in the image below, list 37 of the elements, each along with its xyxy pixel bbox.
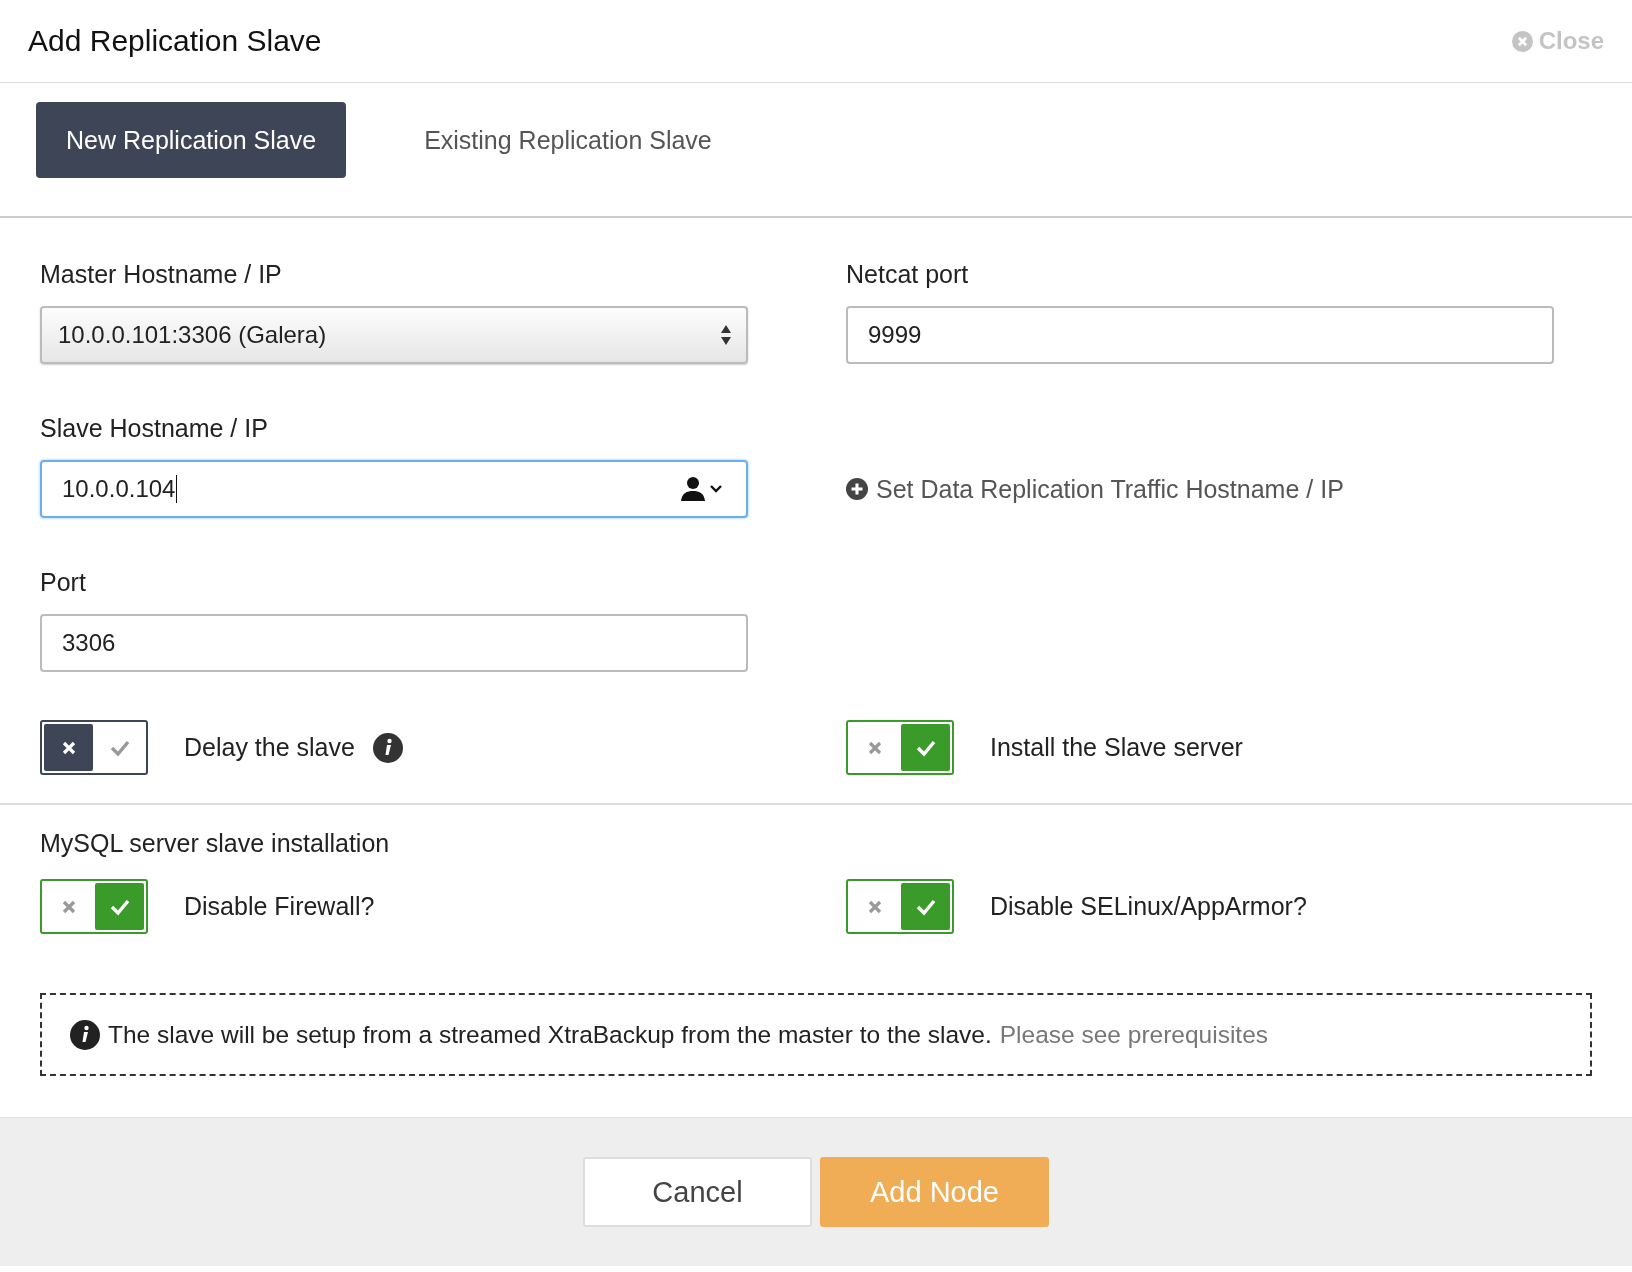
info-icon (372, 732, 403, 763)
notice-text: The slave will be setup from a streamed XtraBackup from the master to the slave. (108, 1020, 992, 1049)
field-label: Port (40, 568, 87, 596)
checkmark-icon (108, 897, 131, 916)
port-field[interactable]: 3306 (40, 614, 748, 672)
field-label: Slave Hostname / IP (40, 414, 269, 442)
close-icon (1511, 30, 1533, 52)
info-icon (70, 1019, 100, 1050)
toggle-label: Disable Firewall? (184, 892, 375, 921)
netcat-port-field[interactable]: 9999 (846, 306, 1554, 364)
toggle-switch[interactable] (40, 879, 148, 934)
plus-circle-icon (846, 478, 868, 500)
checkmark-icon (914, 738, 937, 757)
cross-icon (60, 898, 77, 915)
tab[interactable]: New Replication Slave (36, 102, 347, 178)
dialog-button[interactable]: Cancel (583, 1157, 812, 1227)
slave-hostname-field[interactable]: 10.0.0.104 (40, 460, 748, 518)
field-label: Master Hostname / IP (40, 260, 283, 288)
checkmark-icon (914, 897, 937, 916)
toggle-label: Disable SELinux/AppArmor? (990, 892, 1307, 921)
tab[interactable]: Existing Replication Slave (394, 102, 742, 178)
toggle-switch[interactable] (846, 720, 954, 775)
toggle-label: Install the Slave server (990, 733, 1243, 762)
cross-icon (866, 739, 883, 756)
section-title: MySQL server slave installation (40, 829, 391, 857)
cross-icon (60, 739, 77, 756)
toggle-label: Delay the slave (184, 733, 355, 762)
toggle-switch[interactable] (846, 879, 954, 934)
up-down-arrows-icon (720, 323, 732, 347)
checkmark-icon (108, 738, 131, 757)
prerequisites-link[interactable]: Please see prerequisites (999, 1020, 1269, 1049)
toggle-switch[interactable] (40, 720, 148, 775)
traffic-hostname-link[interactable]: Set Data Replication Traffic Hostname / IP (876, 474, 1344, 504)
cross-icon (866, 898, 883, 915)
field-label: Netcat port (846, 260, 970, 288)
dialog-title: Add Replication Slave (28, 24, 322, 58)
master-hostname-select[interactable]: 10.0.0.101:3306 (Galera) (40, 306, 748, 364)
